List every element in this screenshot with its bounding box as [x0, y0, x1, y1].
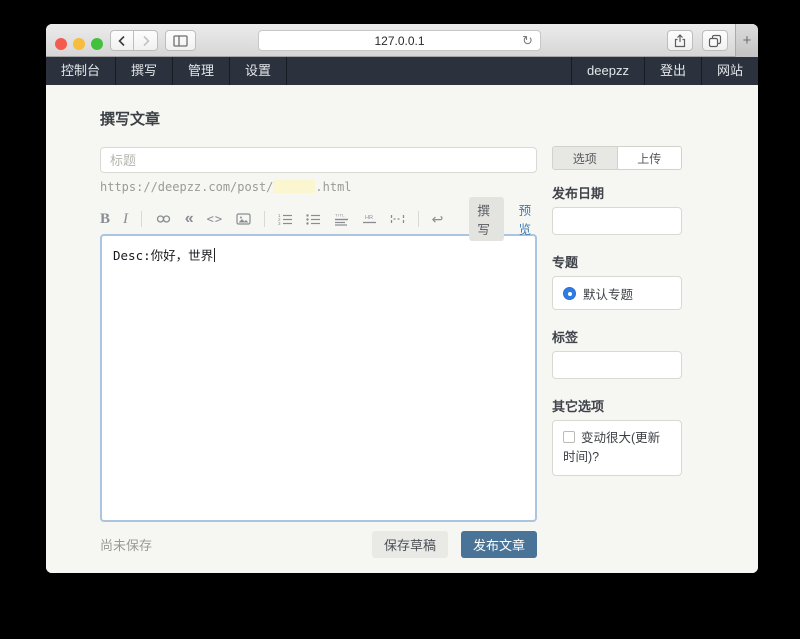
minimize-window-button[interactable] [73, 38, 85, 50]
image-icon[interactable] [236, 212, 251, 226]
link-icon[interactable] [155, 212, 172, 226]
save-draft-button[interactable]: 保存草稿 [372, 531, 448, 558]
text-cursor [214, 248, 215, 262]
code-icon[interactable]: <> [207, 213, 223, 225]
address-bar[interactable]: 127.0.0.1 ↻ [258, 30, 541, 51]
other-options-label: 其它选项 [552, 396, 682, 415]
editor-column: 撰写文章 https://deepzz.com/post/ .html B I «… [100, 85, 537, 558]
blockquote-icon[interactable]: « [185, 211, 194, 227]
url-text: 127.0.0.1 [374, 34, 424, 48]
sidebar-icon [173, 35, 188, 47]
tab-write[interactable]: 撰写 [469, 197, 503, 241]
editor-toolbar: B I « <> 123 TITL [100, 207, 537, 231]
checkbox-unchecked-icon[interactable] [563, 431, 575, 443]
ordered-list-icon[interactable]: 123 [278, 212, 293, 226]
share-button[interactable] [667, 30, 693, 51]
undo-icon[interactable]: ↩ [432, 212, 444, 226]
toolbar-separator [141, 211, 142, 227]
topic-label: 专题 [552, 252, 682, 271]
page-break-icon[interactable] [390, 212, 405, 226]
browser-titlebar: 127.0.0.1 ↻ + [46, 24, 758, 57]
nav-item-site[interactable]: 网站 [701, 57, 758, 85]
tags-label: 标签 [552, 327, 682, 346]
close-window-button[interactable] [55, 38, 67, 50]
page-title: 撰写文章 [100, 108, 537, 129]
svg-text:HR: HR [365, 215, 373, 221]
permalink-prefix: https://deepzz.com/post/ [100, 180, 273, 194]
admin-navbar: 控制台 撰写 管理 设置 deepzz 登出 网站 [46, 57, 758, 85]
other-option-box: 变动很大(更新时间)? [552, 420, 682, 476]
post-title-input[interactable] [100, 147, 537, 173]
share-icon [674, 34, 686, 48]
toolbar-separator [418, 211, 419, 227]
nav-item-logout[interactable]: 登出 [644, 57, 701, 85]
zoom-window-button[interactable] [91, 38, 103, 50]
nav-item-console[interactable]: 控制台 [46, 57, 116, 85]
tabs-icon [708, 34, 722, 48]
sidebar-toggle-button[interactable] [165, 30, 196, 51]
browser-forward-button[interactable] [134, 30, 158, 51]
editor-textarea[interactable]: Desc:你好，世界 [100, 234, 537, 522]
horizontal-rule-icon[interactable]: HR [362, 212, 377, 226]
unordered-list-icon[interactable] [306, 212, 321, 226]
nav-item-manage[interactable]: 管理 [173, 57, 230, 85]
navbar-spacer [287, 57, 571, 85]
nav-item-username[interactable]: deepzz [571, 57, 644, 85]
nav-item-write[interactable]: 撰写 [116, 57, 173, 85]
bold-icon[interactable]: B [100, 212, 110, 227]
svg-text:TITL: TITL [335, 213, 345, 218]
publish-date-label: 发布日期 [552, 183, 682, 202]
nav-item-settings[interactable]: 设置 [230, 57, 287, 85]
tab-options[interactable]: 选项 [553, 147, 618, 169]
options-sidebar: 选项 上传 发布日期 专题 默认专题 标签 其它选项 变动很大(更新时间)? [552, 85, 682, 476]
back-chevron-icon [117, 35, 127, 47]
topic-option-label[interactable]: 默认专题 [583, 284, 633, 303]
editor-footer: 尚未保存 保存草稿 发布文章 [100, 531, 537, 558]
tab-preview[interactable]: 预览 [519, 200, 537, 238]
browser-back-button[interactable] [110, 30, 134, 51]
heading-icon[interactable]: TITL [334, 212, 349, 226]
browser-window: 127.0.0.1 ↻ + 控制台 撰写 管理 设置 deepzz 登出 网站 … [46, 24, 758, 573]
sidebar-tab-group: 选项 上传 [552, 146, 682, 170]
tags-input[interactable] [552, 351, 682, 379]
reload-icon[interactable]: ↻ [522, 33, 533, 49]
tab-overview-button[interactable] [702, 30, 728, 51]
tab-upload[interactable]: 上传 [618, 147, 682, 169]
page-content: 撰写文章 https://deepzz.com/post/ .html B I «… [46, 85, 758, 573]
radio-selected-icon[interactable] [563, 287, 576, 300]
forward-chevron-icon [141, 35, 151, 47]
topic-option-box: 默认专题 [552, 276, 682, 310]
svg-text:3: 3 [278, 221, 281, 226]
editor-text: Desc:你好，世界 [113, 248, 213, 263]
permalink-suffix: .html [315, 180, 351, 194]
permalink-slug-highlight [273, 180, 315, 193]
italic-icon[interactable]: I [123, 212, 128, 227]
publish-button[interactable]: 发布文章 [461, 531, 537, 558]
save-status-text: 尚未保存 [100, 535, 152, 554]
toolbar-separator [264, 211, 265, 227]
other-option-label[interactable]: 变动很大(更新时间)? [563, 431, 660, 464]
publish-date-input[interactable] [552, 207, 682, 235]
new-tab-button[interactable]: + [735, 24, 758, 57]
permalink-preview: https://deepzz.com/post/ .html [100, 180, 537, 194]
